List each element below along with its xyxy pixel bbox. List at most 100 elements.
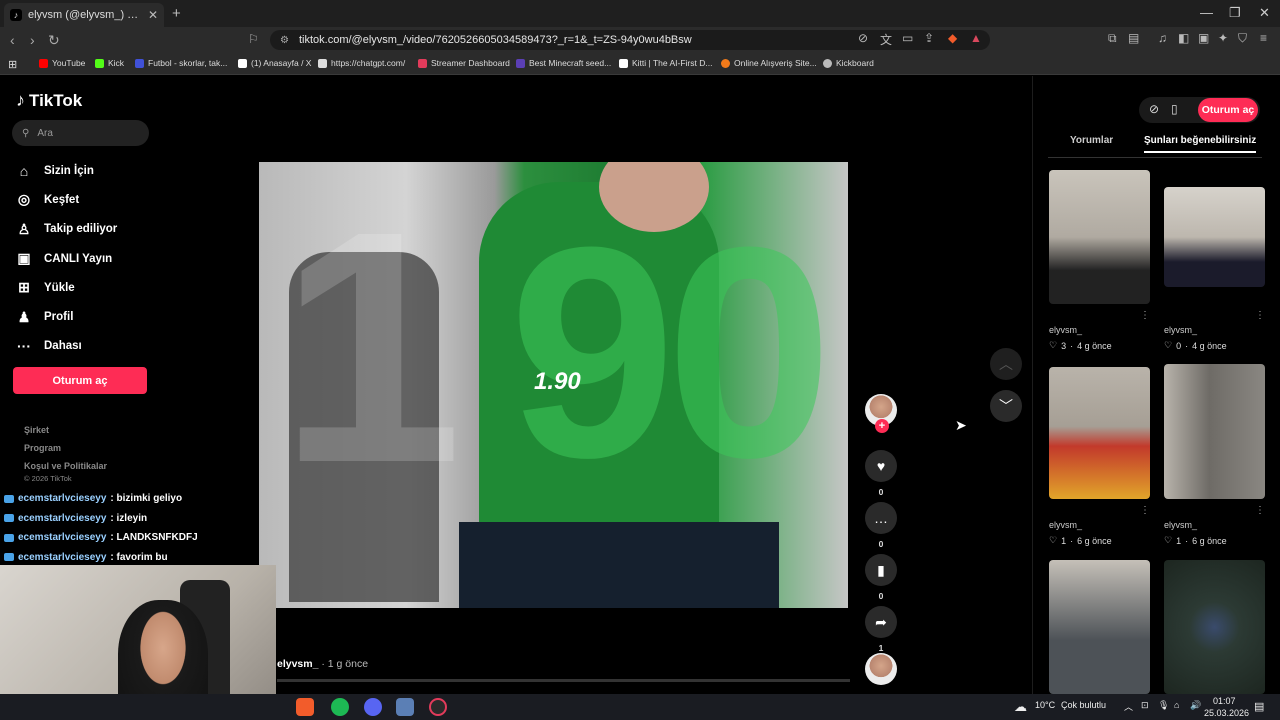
video-thumbnail[interactable] xyxy=(1164,187,1265,287)
video-thumbnail[interactable] xyxy=(1049,170,1150,304)
bookmark-item[interactable]: Streamer Dashboard xyxy=(418,58,510,68)
footer-link-terms[interactable]: Koşul ve Politikalar xyxy=(24,457,107,475)
bookmark-item[interactable]: Online Alışveriş Site... xyxy=(721,58,817,68)
bookmark-item[interactable]: Best Minecraft seed... xyxy=(516,58,611,68)
weather-temp[interactable]: 10°C xyxy=(1035,700,1055,710)
previous-video-button[interactable]: ︿ xyxy=(990,348,1022,380)
sidebar-item-following[interactable]: ♙ Takip ediliyor xyxy=(16,215,216,244)
comment-icon[interactable]: … xyxy=(865,502,897,534)
more-options-icon[interactable]: ⋮ xyxy=(1140,310,1150,321)
bookmark-item[interactable]: Kick xyxy=(95,58,124,68)
save-action[interactable]: ▮ 0 xyxy=(864,554,898,601)
close-window-icon[interactable]: ✕ xyxy=(1259,5,1270,21)
reload-icon[interactable]: ↻ xyxy=(48,32,60,49)
footer-link-program[interactable]: Program xyxy=(24,439,107,457)
app-taskbar-icon[interactable] xyxy=(396,698,414,716)
vpn-icon[interactable]: ⛉ xyxy=(1238,31,1247,46)
brave-shield-icon[interactable]: ◆ xyxy=(948,31,957,45)
no-tracking-icon[interactable]: ⊘ xyxy=(858,31,868,45)
video-thumbnail[interactable] xyxy=(1049,367,1150,499)
obs-taskbar-icon[interactable] xyxy=(429,698,447,716)
author-avatar[interactable]: + xyxy=(865,394,897,433)
sidebar-item-upload[interactable]: ⊞ Yükle xyxy=(16,273,216,302)
mic-icon[interactable]: 🎙 xyxy=(1158,700,1169,711)
network-icon[interactable]: ⌂ xyxy=(1174,700,1179,710)
tab-comments[interactable]: Yorumlar xyxy=(1070,135,1113,146)
like-action[interactable]: ♥ 0 xyxy=(864,450,898,497)
wallet2-icon[interactable]: ▣ xyxy=(1198,31,1209,45)
bookmark-icon[interactable]: ⚐ xyxy=(248,32,259,46)
sidebar-icon[interactable]: ◧ xyxy=(1178,31,1189,45)
more-options-icon[interactable]: ⋮ xyxy=(1255,310,1265,321)
bookmark-save-icon[interactable]: ▮ xyxy=(865,554,897,586)
volume-icon[interactable]: 🔊 xyxy=(1190,700,1201,711)
browser-tab[interactable]: ♪ elyvsm (@elyvsm_) adlı kullanıcı ✕ xyxy=(4,3,164,27)
extensions-icon[interactable]: ⧉ xyxy=(1108,31,1117,46)
more-options-icon[interactable]: ⋮ xyxy=(1140,505,1150,516)
site-info-icon[interactable]: ⚙ xyxy=(280,35,289,46)
clock-time[interactable]: 01:07 xyxy=(1213,696,1236,706)
back-icon[interactable]: ‹ xyxy=(10,32,15,48)
music-avatar[interactable] xyxy=(865,653,897,685)
thumb-author[interactable]: elyvsm_ xyxy=(1164,520,1227,530)
more-options-icon[interactable]: ⋮ xyxy=(1255,505,1265,516)
clock-date[interactable]: 25.03.2026 xyxy=(1204,708,1249,718)
discord-taskbar-icon[interactable] xyxy=(364,698,382,716)
thumb-author[interactable]: elyvsm_ xyxy=(1049,520,1112,530)
follow-plus-icon[interactable]: + xyxy=(875,419,889,433)
brave-rewards-icon[interactable]: ▲ xyxy=(970,31,982,45)
bookmark-item[interactable]: Kitti | The AI-First D... xyxy=(619,58,712,68)
spotify-taskbar-icon[interactable] xyxy=(331,698,349,716)
video-thumbnail[interactable] xyxy=(1164,364,1265,499)
tray-icon[interactable]: ⊡ xyxy=(1141,700,1149,711)
video-progress-bar[interactable] xyxy=(277,679,850,682)
tray-chevron-icon[interactable]: ︿ xyxy=(1124,700,1133,713)
apps-icon[interactable]: ⊞ xyxy=(8,58,17,71)
minimize-icon[interactable]: — xyxy=(1200,5,1213,20)
comment-action[interactable]: … 0 xyxy=(864,502,898,549)
bookmark-item[interactable]: Kickboard xyxy=(823,58,874,68)
video-author[interactable]: elyvsm_ xyxy=(277,658,318,670)
coin-icon[interactable]: ⊘ xyxy=(1149,102,1159,116)
share-action[interactable]: ➦ 1 xyxy=(864,606,898,653)
sidebar-item-live[interactable]: ▣ CANLI Yayın xyxy=(16,244,216,273)
wallet-icon[interactable]: ▤ xyxy=(1128,31,1139,45)
notification-icon[interactable]: ▤ xyxy=(1254,700,1264,713)
thumb-author[interactable]: elyvsm_ xyxy=(1049,325,1112,335)
share-arrow-icon[interactable]: ➦ xyxy=(865,606,897,638)
phone-icon[interactable]: ▯ xyxy=(1171,102,1178,116)
cast-icon[interactable]: ▭ xyxy=(902,31,913,45)
close-tab-icon[interactable]: ✕ xyxy=(148,8,158,22)
tab-you-may-like[interactable]: Şunları beğenebilirsiniz xyxy=(1144,135,1257,153)
heart-icon[interactable]: ♥ xyxy=(865,450,897,482)
sidebar-item-profile[interactable]: ♟ Profil xyxy=(16,302,216,331)
video-thumbnail[interactable] xyxy=(1049,560,1150,694)
sidebar-item-foryou[interactable]: ⌂ Sizin İçin xyxy=(16,156,216,185)
share-icon[interactable]: ⇪ xyxy=(924,31,934,45)
bookmark-item[interactable]: Futbol - skorlar, tak... xyxy=(135,58,227,68)
restore-icon[interactable]: ❐ xyxy=(1229,5,1241,21)
media-icon[interactable]: ♫ xyxy=(1158,31,1167,45)
right-login-button[interactable]: Oturum aç xyxy=(1198,98,1258,122)
search-input[interactable]: ⚲ Ara xyxy=(12,120,149,146)
translate-icon[interactable]: 文 xyxy=(880,31,892,48)
menu-icon[interactable]: ≡ xyxy=(1260,31,1267,45)
tiktok-logo[interactable]: ♪ TikTok xyxy=(16,90,82,111)
brave-taskbar-icon[interactable] xyxy=(296,698,314,716)
footer-link-company[interactable]: Şirket xyxy=(24,421,107,439)
weather-desc[interactable]: Çok bulutlu xyxy=(1061,700,1106,710)
video-thumbnail[interactable] xyxy=(1164,560,1265,694)
video-player[interactable]: 1 90 1.90 xyxy=(259,162,848,608)
next-video-button[interactable]: ﹀ xyxy=(990,390,1022,422)
forward-icon[interactable]: › xyxy=(30,32,35,48)
sidebar-item-more[interactable]: ··· Dahası xyxy=(16,332,216,361)
thumb-author[interactable]: elyvsm_ xyxy=(1164,325,1227,335)
leo-ai-icon[interactable]: ✦ xyxy=(1218,31,1228,45)
login-button[interactable]: Oturum aç xyxy=(13,367,147,394)
bookmark-item[interactable]: https://chatgpt.com/ xyxy=(318,58,405,68)
bookmark-item[interactable]: (1) Anasayfa / X xyxy=(238,58,311,68)
bookmark-item[interactable]: YouTube xyxy=(39,58,85,68)
sidebar-item-explore[interactable]: ◎ Keşfet xyxy=(16,185,216,214)
new-tab-button[interactable]: + xyxy=(172,5,181,22)
url-text: tiktok.com/@elyvsm_/video/76205266050345… xyxy=(298,34,692,46)
